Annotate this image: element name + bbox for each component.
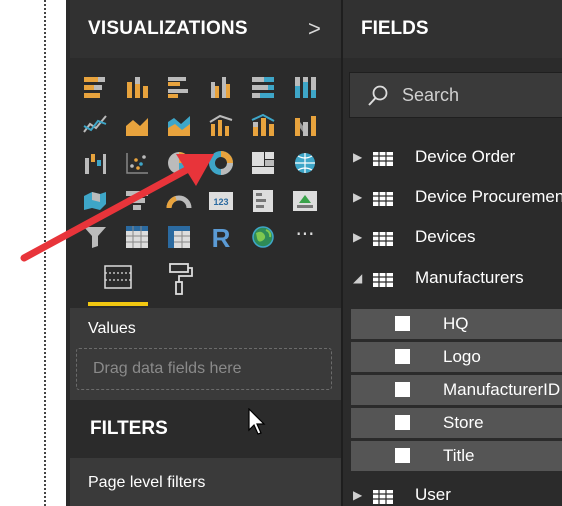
annotation-arrow-icon [20, 154, 214, 262]
mouse-pointer-icon [248, 408, 266, 435]
